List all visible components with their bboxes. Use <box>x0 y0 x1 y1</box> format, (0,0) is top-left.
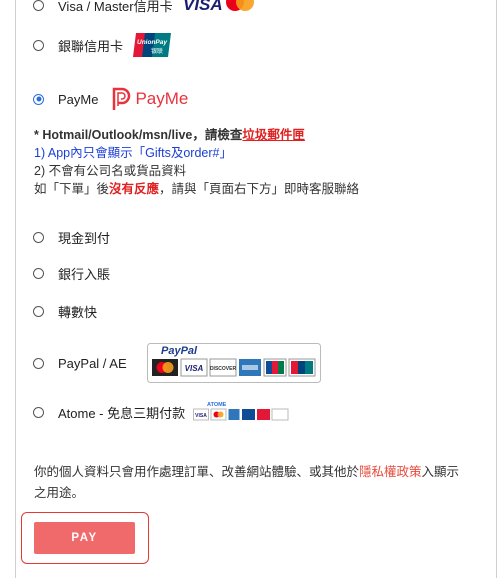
option-label: Atome - 免息三期付款 <box>58 405 186 421</box>
privacy-policy-link[interactable]: 隱私權政策 <box>359 465 422 479</box>
payment-option-paypal[interactable]: PayPal / AE PayPal VISA DISCOVER <box>33 343 321 383</box>
radio-atome[interactable] <box>33 406 44 418</box>
radio-fps[interactable] <box>33 306 44 317</box>
svg-text:银联: 银联 <box>151 47 163 55</box>
radio-paypal[interactable] <box>33 357 44 369</box>
payment-option-unionpay[interactable]: 銀聯信用卡 UnionPay 银联 <box>33 33 172 57</box>
payment-option-payme[interactable]: PayMe PayMe <box>33 86 188 112</box>
payment-option-fps[interactable]: 轉數快 <box>33 302 97 321</box>
svg-text:DISCOVER: DISCOVER <box>210 366 237 372</box>
junk-mail-link[interactable]: 垃圾郵件匣 <box>242 128 305 142</box>
radio-visa-master[interactable] <box>33 0 44 11</box>
svg-text:PayPal: PayPal <box>161 345 198 357</box>
privacy-notice: 你的個人資料只會用作處理訂單、改善網站體驗、或其他於隱私權政策入顯示之用途。 <box>34 465 460 500</box>
option-label: Visa / Master信用卡 <box>58 0 173 14</box>
payment-option-visa-master[interactable]: Visa / Master信用卡 VISA <box>33 0 269 15</box>
radio-bank[interactable] <box>33 268 44 279</box>
svg-text:VISA: VISA <box>184 364 203 373</box>
pay-button-focus-frame: PAY <box>21 512 149 564</box>
option-label: 轉數快 <box>58 305 98 320</box>
unionpay-logo-icon: UnionPay 银联 <box>133 33 172 57</box>
visa-mastercard-logo-icon: VISA <box>183 0 254 14</box>
note-line-1: * Hotmail/Outlook/msn/live，請檢查垃圾郵件匣 <box>34 128 305 142</box>
payment-option-atome[interactable]: Atome - 免息三期付款 ATOME VISA <box>33 400 289 424</box>
option-label: 現金到付 <box>58 231 111 246</box>
svg-text:UnionPay: UnionPay <box>137 39 167 46</box>
radio-payme[interactable] <box>33 93 44 105</box>
svg-text:VISA: VISA <box>183 0 223 14</box>
payme-logo: PayMe <box>110 86 188 112</box>
option-label: 銀聯信用卡 <box>58 38 124 54</box>
pay-button[interactable]: PAY <box>34 522 135 554</box>
payment-option-cash[interactable]: 現金到付 <box>33 228 110 247</box>
option-label: PayMe <box>58 91 99 107</box>
note-line-4: 如「下單」後沒有反應，請與「頁面右下方」即時客服聯絡 <box>34 182 360 196</box>
svg-text:VISA: VISA <box>195 413 207 419</box>
svg-text:ATOME: ATOME <box>207 402 227 408</box>
paypal-cards-logo-icon: PayPal VISA DISCOVER <box>146 343 321 383</box>
option-label: 銀行入賬 <box>58 267 111 282</box>
radio-cash[interactable] <box>33 232 44 243</box>
payme-p-icon <box>113 87 131 110</box>
radio-unionpay[interactable] <box>33 39 44 51</box>
note-line-3: 2) 不會有公司名或貨品資料 <box>34 164 187 178</box>
atome-cards-logo-icon: ATOME VISA <box>193 402 289 421</box>
option-label: PayPal / AE <box>58 355 127 371</box>
note-line-2: 1) App內只會顯示「Gifts及order#」 <box>34 146 232 160</box>
payme-note: * Hotmail/Outlook/msn/live，請檢查垃圾郵件匣 1) A… <box>34 126 359 198</box>
payment-option-bank[interactable]: 銀行入賬 <box>33 264 110 283</box>
